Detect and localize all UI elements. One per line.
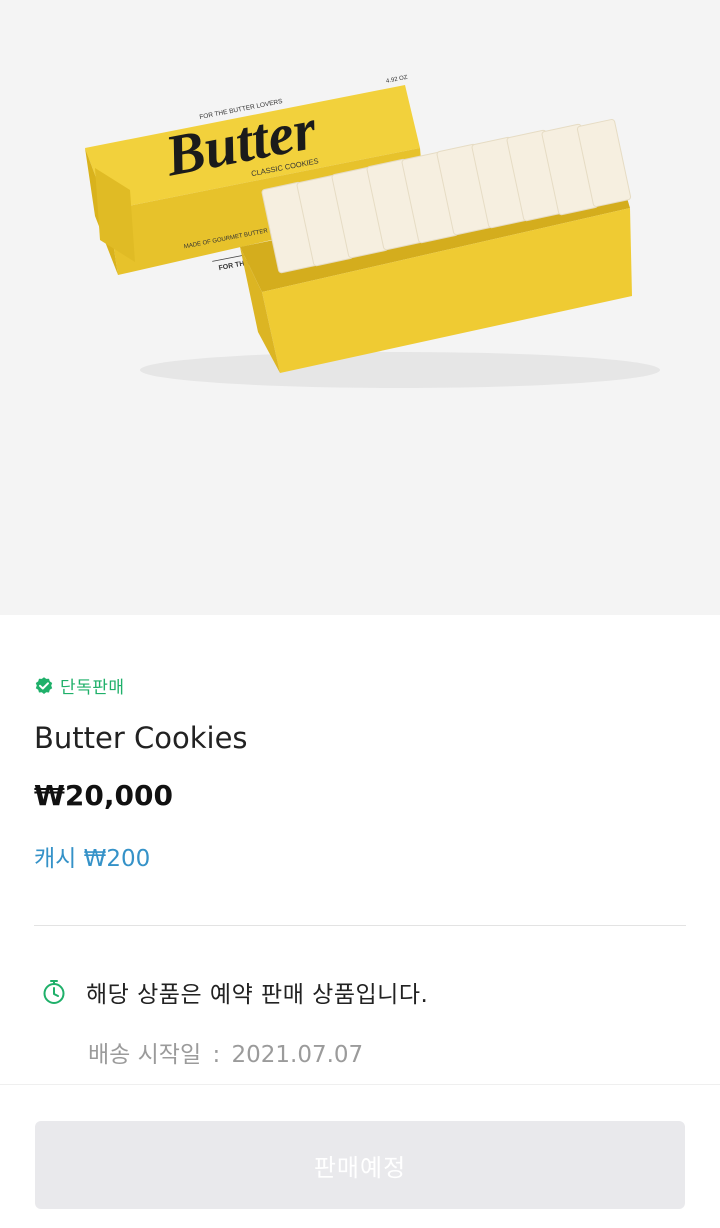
- svg-text:4.92 OZ: 4.92 OZ: [386, 75, 409, 85]
- ship-separator: :: [212, 1042, 221, 1068]
- product-title: Butter Cookies: [34, 721, 248, 755]
- exclusive-badge: 단독판매: [34, 673, 125, 698]
- timer-icon: [43, 980, 65, 1004]
- product-detail-page: FOR THE BUTTER LOVERS Butter CLASSIC COO…: [0, 0, 720, 1228]
- cash-value: ₩200: [83, 846, 151, 872]
- ship-date: 2021.07.07: [231, 1042, 364, 1068]
- product-price: ₩20,000: [34, 779, 173, 812]
- bottom-action-bar: 판매예정: [0, 1084, 720, 1228]
- badge-label: 단독판매: [60, 678, 125, 698]
- preorder-notice-text: 해당 상품은 예약 판매 상품입니다.: [86, 982, 429, 1008]
- verified-check-icon: [35, 676, 53, 694]
- product-image[interactable]: FOR THE BUTTER LOVERS Butter CLASSIC COO…: [0, 0, 720, 615]
- sale-upcoming-button[interactable]: 판매예정: [35, 1121, 685, 1209]
- ship-start-date: 배송 시작일 : 2021.07.07: [88, 1035, 363, 1069]
- divider: [34, 925, 686, 926]
- ship-label: 배송 시작일: [88, 1042, 202, 1068]
- preorder-notice: 해당 상품은 예약 판매 상품입니다.: [40, 975, 428, 1009]
- cash-label: 캐시: [34, 846, 77, 872]
- cash-reward: 캐시 ₩200: [34, 839, 150, 873]
- butter-cookie-box-illustration: FOR THE BUTTER LOVERS Butter CLASSIC COO…: [85, 75, 660, 388]
